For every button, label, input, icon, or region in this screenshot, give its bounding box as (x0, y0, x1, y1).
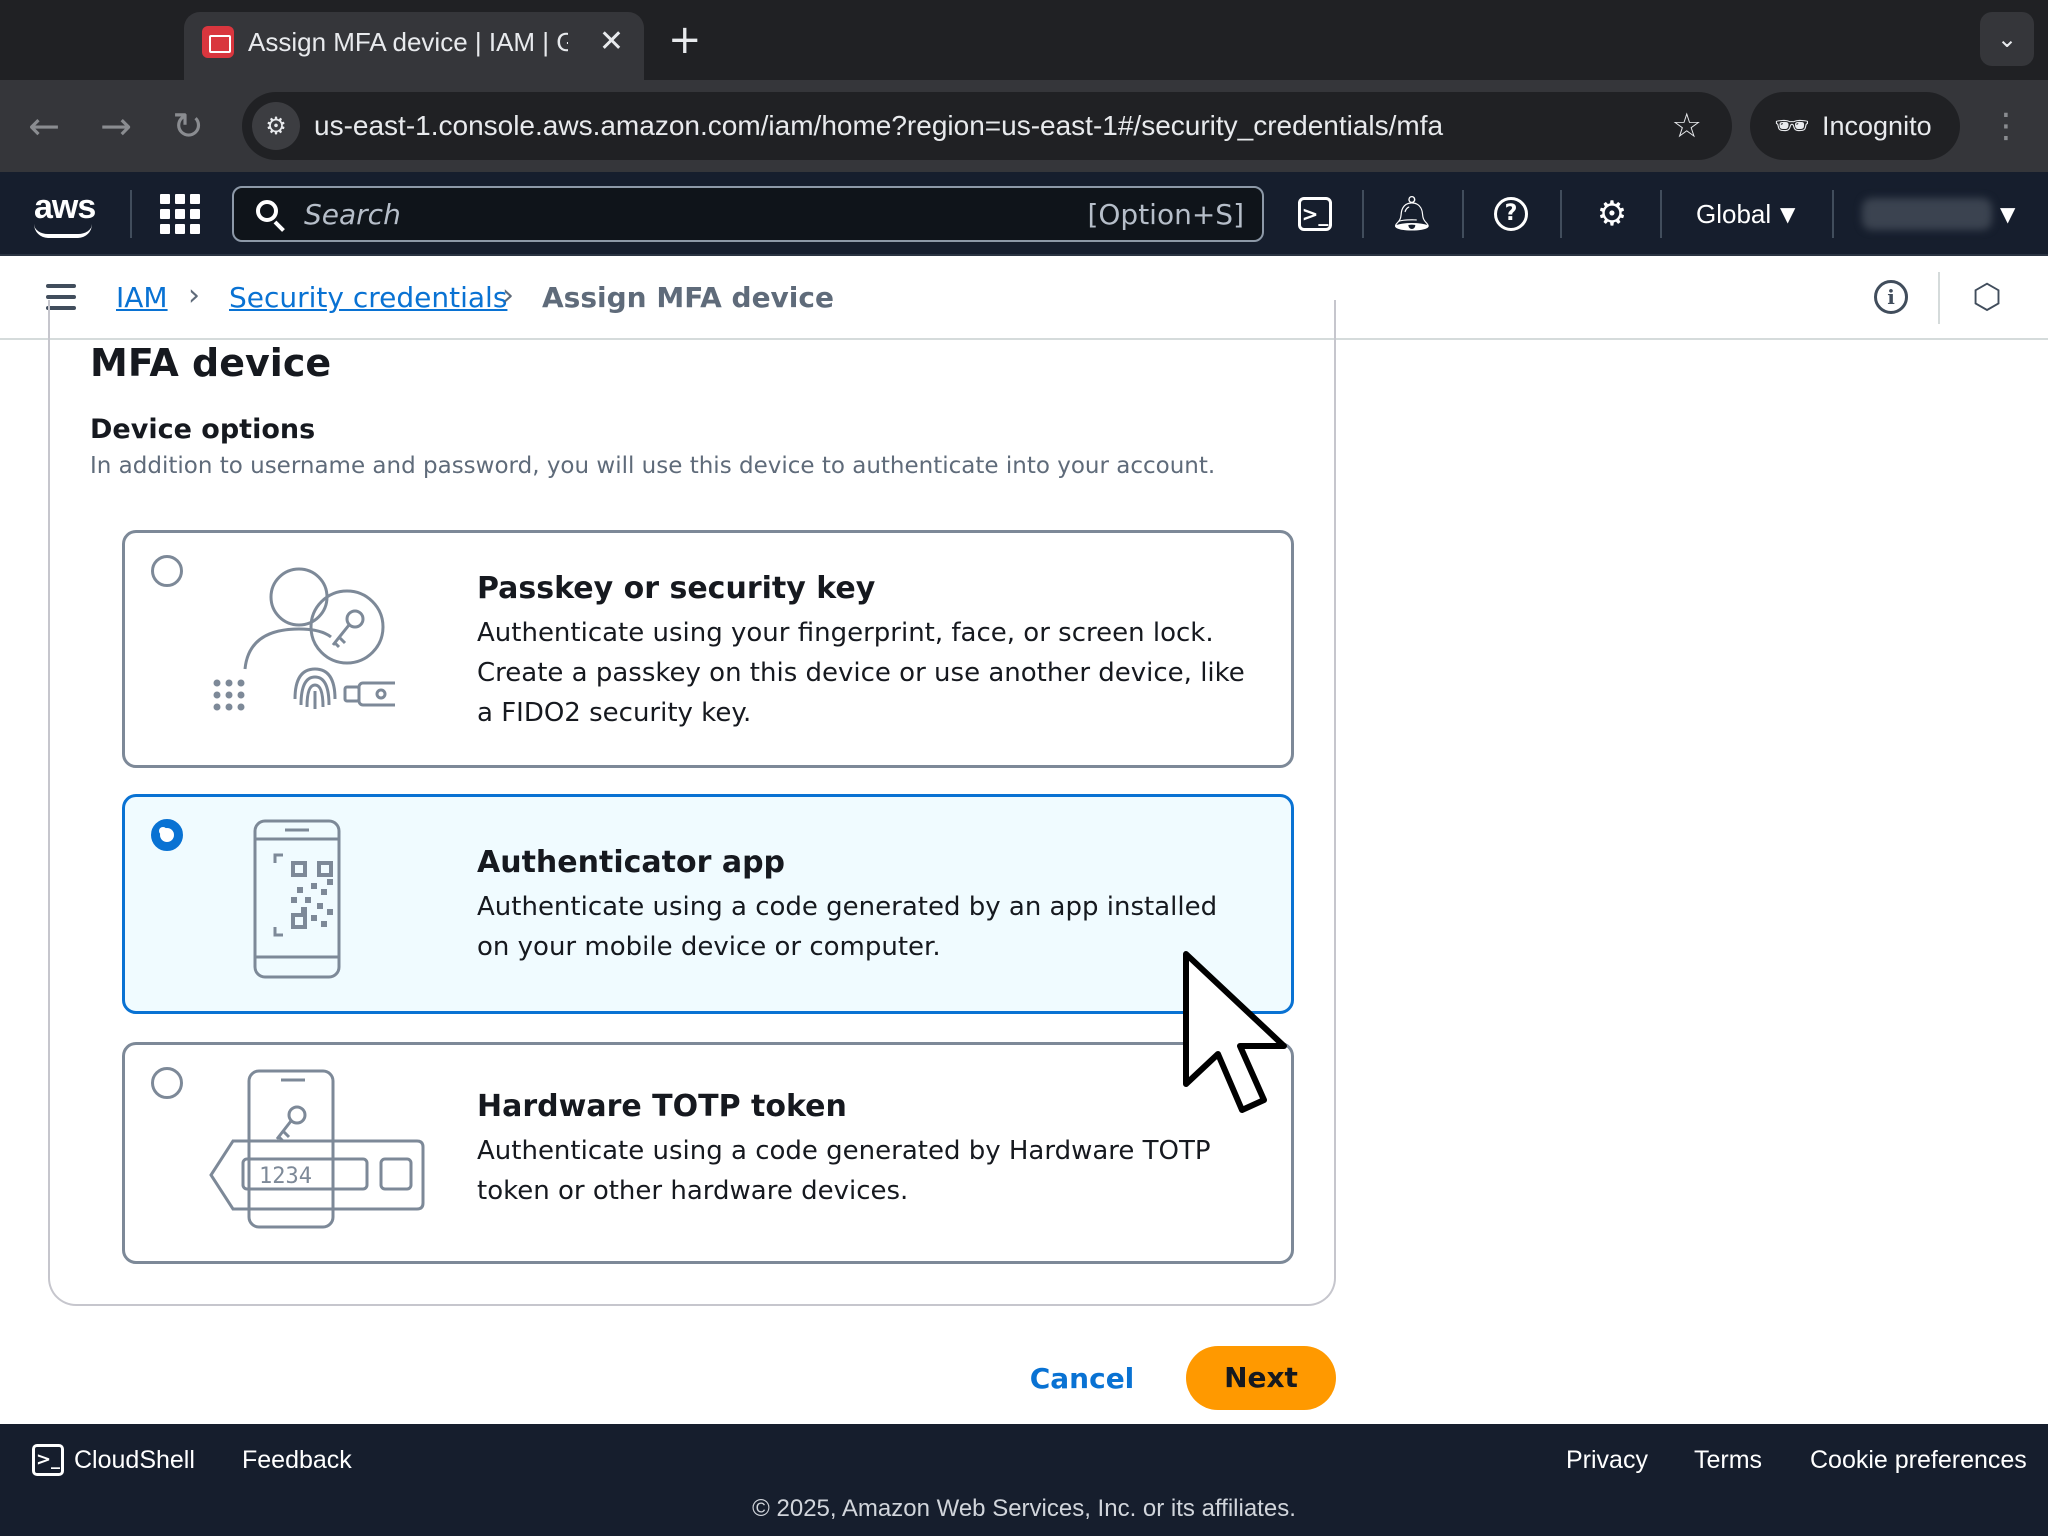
reload-icon[interactable]: ↻ (162, 100, 214, 152)
option-passkey[interactable]: Passkey or security key Authenticate usi… (122, 530, 1294, 768)
option-title: Hardware TOTP token (477, 1089, 847, 1124)
footer-terms[interactable]: Terms (1694, 1440, 1762, 1480)
browser-tabstrip: Assign MFA device | IAM | Glo ✕ + ⌄ (0, 0, 2048, 80)
authenticator-app-illustration-icon (253, 819, 341, 979)
footer-cloudshell[interactable]: CloudShell (74, 1440, 195, 1480)
nav-divider (1832, 190, 1834, 238)
close-tab-icon[interactable]: ✕ (599, 24, 624, 60)
device-options-description: In addition to username and password, yo… (90, 453, 1216, 479)
cloudshell-icon[interactable]: >_ (32, 1444, 64, 1476)
mouse-cursor-icon (1183, 951, 1287, 1113)
aws-smile-icon (34, 224, 92, 238)
nav-divider (1660, 190, 1662, 238)
option-description: Authenticate using a code generated by H… (477, 1136, 1211, 1206)
aws-logo-text: aws (34, 188, 96, 226)
browser-toolbar: ← → ↻ ⚙ us-east-1.console.aws.amazon.com… (0, 80, 2048, 172)
region-caret-icon[interactable]: ▼ (1780, 194, 1795, 234)
radio-authenticator-app[interactable] (151, 819, 183, 851)
option-hardware-totp[interactable]: 1234 Hardware TOTP token Authenticate us… (122, 1042, 1294, 1264)
account-menu[interactable] (1862, 198, 1992, 230)
search-input[interactable]: Search [Option+S] (232, 186, 1264, 242)
info-icon[interactable]: i (1874, 280, 1908, 314)
bell-icon[interactable]: 🔔︎ (1390, 192, 1434, 236)
breadcrumb-divider (1938, 272, 1940, 324)
account-caret-icon[interactable]: ▼ (2000, 194, 2015, 234)
hexagon-settings-icon[interactable]: ⬡ (1968, 278, 2006, 316)
nav-divider (1362, 190, 1364, 238)
gear-icon[interactable]: ⚙ (1590, 192, 1634, 236)
iam-favicon-icon (202, 26, 234, 58)
region-selector[interactable]: Global (1696, 194, 1771, 234)
nav-divider (1560, 190, 1562, 238)
radio-hardware-totp[interactable] (151, 1067, 183, 1099)
browser-tab-active[interactable]: Assign MFA device | IAM | Glo ✕ (184, 12, 644, 80)
page-title: MFA device (90, 341, 332, 385)
url-text[interactable]: us-east-1.console.aws.amazon.com/iam/hom… (314, 106, 1443, 146)
services-grid-icon[interactable] (160, 194, 200, 234)
search-icon (256, 200, 286, 232)
passkey-illustration-icon (213, 567, 395, 711)
incognito-icon: 🕶 (1774, 109, 1810, 142)
footer-cookie-preferences[interactable]: Cookie preferences (1810, 1440, 2027, 1480)
option-title: Passkey or security key (477, 571, 876, 606)
address-bar[interactable]: ⚙ us-east-1.console.aws.amazon.com/iam/h… (242, 92, 1732, 160)
search-placeholder: Search (304, 198, 401, 231)
cloudshell-icon[interactable]: >_ (1298, 197, 1332, 231)
back-arrow-icon[interactable]: ← (18, 100, 70, 152)
browser-menu-icon[interactable]: ⋮ (1986, 100, 2026, 152)
option-title: Authenticator app (477, 845, 786, 880)
option-description: Authenticate using a code generated by a… (477, 892, 1218, 962)
device-options-label: Device options (90, 414, 316, 445)
site-info-icon[interactable]: ⚙ (252, 102, 300, 150)
nav-divider (130, 190, 132, 238)
tab-title: Assign MFA device | IAM | Glo (248, 27, 568, 57)
next-button[interactable]: Next (1186, 1346, 1336, 1410)
radio-passkey[interactable] (151, 555, 183, 587)
search-shortcut-hint: [Option+S] (1087, 198, 1244, 231)
footer-copyright: © 2025, Amazon Web Services, Inc. or its… (752, 1495, 1296, 1522)
option-description: Authenticate using your fingerprint, fac… (477, 618, 1245, 728)
tab-search-chevron-icon[interactable]: ⌄ (1980, 12, 2034, 66)
console-footer: >_ CloudShell Feedback Privacy Terms Coo… (0, 1424, 2048, 1536)
incognito-badge[interactable]: 🕶 Incognito (1750, 92, 1960, 160)
new-tab-button[interactable]: + (668, 18, 702, 62)
help-icon[interactable]: ? (1494, 197, 1528, 231)
forward-arrow-icon[interactable]: → (90, 100, 142, 152)
hardware-token-illustration-icon: 1234 (209, 1069, 425, 1229)
option-authenticator-app[interactable]: Authenticator app Authenticate using a c… (122, 794, 1294, 1014)
aws-logo[interactable]: aws (30, 188, 100, 240)
footer-feedback[interactable]: Feedback (242, 1440, 352, 1480)
incognito-label: Incognito (1822, 111, 1932, 141)
bookmark-star-icon[interactable]: ☆ (1672, 102, 1702, 150)
footer-privacy[interactable]: Privacy (1566, 1440, 1648, 1480)
aws-top-nav: aws Search [Option+S] >_ 🔔︎ ? ⚙ Global ▼… (0, 172, 2048, 256)
token-digits: 1234 (259, 1164, 312, 1189)
nav-divider (1462, 190, 1464, 238)
cancel-button[interactable]: Cancel (1026, 1352, 1138, 1406)
